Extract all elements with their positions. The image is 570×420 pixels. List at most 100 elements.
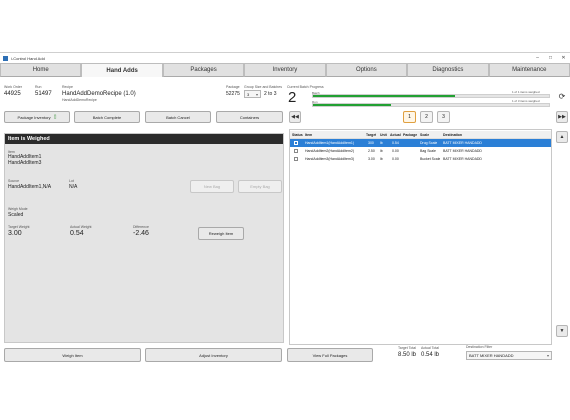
grid-row-2[interactable]: HandAddItem2(HandAddItem2) 2.50 lb 0.00 …	[290, 147, 551, 155]
previous-page-button[interactable]: ◀◀	[289, 111, 301, 123]
row-scale: Bag Scale	[420, 149, 436, 153]
work-order-value: 44925	[4, 91, 21, 97]
row-unit: lb	[380, 157, 383, 161]
row-status-checkbox[interactable]	[294, 141, 298, 145]
close-icon[interactable]: ✕	[557, 53, 570, 63]
col-package: Package	[403, 132, 418, 137]
row-status-checkbox[interactable]	[294, 157, 298, 161]
row-scale: Drug Scale	[420, 141, 438, 145]
source-label: Source	[8, 179, 20, 183]
item-name-2: HandAddItem3	[8, 160, 42, 166]
batch-status: 1 of 1 items weighed	[512, 90, 540, 94]
actual-weight-label: Actual Weight	[70, 225, 92, 229]
current-batch-number: 2	[288, 89, 297, 106]
row-scale: Bucket Scale	[420, 157, 441, 161]
title-bar: i-Control Hand Add – □ ✕	[0, 53, 570, 63]
lot-value: N/A	[69, 184, 78, 190]
minimize-icon[interactable]: –	[531, 53, 544, 63]
page-button-3[interactable]: 3	[437, 111, 450, 123]
main-tabs: Home Hand Adds Packages Inventory Option…	[0, 63, 570, 77]
window-controls: – □ ✕	[531, 53, 570, 63]
empty-bag-button[interactable]: Empty Bag	[238, 180, 282, 193]
target-weight-label: Target Weight	[8, 225, 30, 229]
view-full-packages-button[interactable]: View Full Packages	[287, 348, 373, 362]
tab-hand-adds[interactable]: Hand Adds	[81, 63, 163, 77]
row-item: HandAddItem1(HandAddItem1)	[305, 141, 355, 145]
actual-weight-value: 0.54	[70, 230, 84, 237]
row-actual: 0.54	[392, 141, 399, 145]
row-destination: BATT MIXER HANDADD	[443, 141, 482, 145]
weigh-item-button[interactable]: Weigh Item	[4, 348, 141, 362]
containers-button[interactable]: Containers	[216, 111, 283, 123]
row-actual: 0.00	[392, 157, 399, 161]
row-destination: BATT MIXER HANDADD	[443, 149, 482, 153]
source-value: HandAddItem1,N/A	[8, 184, 52, 190]
destination-filter-label: Destination Filter	[466, 345, 493, 349]
tab-diagnostics[interactable]: Diagnostics	[407, 63, 489, 77]
package-value: 52275	[226, 91, 240, 97]
scroll-down-button[interactable]: ▼	[556, 325, 568, 337]
scroll-up-button[interactable]: ▲	[556, 131, 568, 143]
arrow-down-icon: ▼	[559, 328, 565, 334]
skip-back-icon: ◀◀	[291, 114, 299, 120]
batch-progress-bar	[312, 94, 550, 98]
destination-filter-select[interactable]: BATT MIXER HANDADD ▾	[466, 351, 552, 360]
page-button-1[interactable]: 1	[403, 111, 416, 123]
refresh-icon[interactable]: ⟳	[556, 90, 568, 102]
recipe-label: Recipe	[62, 85, 73, 89]
group-size-select[interactable]: 3 ▾	[244, 90, 261, 98]
items-grid: Status Item Target Unit Actual Package S…	[289, 129, 552, 345]
row-target: 2.50	[368, 149, 375, 153]
group-size-label: Group Size and Batches	[244, 85, 282, 89]
reweigh-item-button[interactable]: Reweigh Item	[198, 227, 244, 240]
tab-inventory[interactable]: Inventory	[244, 63, 326, 77]
actual-total-label: Actual Total	[421, 346, 440, 350]
page-button-2[interactable]: 2	[420, 111, 433, 123]
run-progress-bar	[312, 103, 550, 107]
package-icon: ▯	[53, 114, 57, 120]
difference-label: Difference	[133, 225, 149, 229]
actual-total-value: 0.54 lb	[421, 352, 440, 358]
package-label: Package	[226, 85, 240, 89]
row-status-checkbox[interactable]	[294, 149, 298, 153]
package-inventory-label: Package Inventory	[17, 114, 51, 120]
lot-label: Lot	[69, 179, 74, 183]
adjust-inventory-button[interactable]: Adjust Inventory	[145, 348, 282, 362]
tab-packages[interactable]: Packages	[162, 63, 245, 77]
tab-options[interactable]: Options	[325, 63, 408, 77]
new-bag-button[interactable]: New Bag	[190, 180, 234, 193]
grid-header: Status Item Target Unit Actual Package S…	[290, 131, 551, 139]
grid-row-1[interactable]: HandAddItem1(HandAddItem1) 300 lb 0.54 D…	[290, 139, 551, 147]
grid-row-3[interactable]: HandAddItem3(HandAddItem3) 3.00 lb 0.00 …	[290, 155, 551, 163]
chevron-down-icon: ▾	[255, 91, 258, 97]
panel-title: Item is Weighed	[5, 134, 283, 144]
run-progress-fill	[313, 104, 391, 106]
maximize-icon[interactable]: □	[544, 53, 557, 63]
row-actual: 0.00	[392, 149, 399, 153]
col-unit: Unit	[380, 132, 387, 137]
chevron-down-icon: ▾	[546, 353, 549, 358]
weigh-mode-label: Weigh Mode	[8, 207, 28, 211]
row-item: HandAddItem3(HandAddItem3)	[305, 157, 355, 161]
batch-cancel-button[interactable]: Batch Cancel	[145, 111, 211, 123]
target-total-value: 8.50 lb	[398, 352, 417, 358]
row-unit: lb	[380, 141, 383, 145]
package-inventory-button[interactable]: Package Inventory ▯	[4, 111, 70, 123]
row-item: HandAddItem2(HandAddItem2)	[305, 149, 355, 153]
col-actual: Actual	[390, 132, 401, 137]
window-title: i-Control Hand Add	[11, 55, 45, 61]
row-target: 300	[368, 141, 374, 145]
row-unit: lb	[380, 149, 383, 153]
batch-complete-button[interactable]: Batch Complete	[74, 111, 140, 123]
app-window: i-Control Hand Add – □ ✕ Home Hand Adds …	[0, 52, 570, 364]
weigh-mode-value: Scaled	[8, 212, 24, 218]
tab-maintenance[interactable]: Maintenance	[488, 63, 570, 77]
next-page-button[interactable]: ▶▶	[556, 111, 568, 123]
run-label: Run	[35, 85, 42, 89]
run-status: 1 of 3 items weighed	[512, 99, 540, 103]
col-scale: Scale	[420, 132, 430, 137]
tab-home[interactable]: Home	[0, 63, 82, 77]
group-range: 2 to 3	[264, 91, 277, 97]
col-target: Target	[366, 132, 377, 137]
batch-progress-fill	[313, 95, 455, 97]
